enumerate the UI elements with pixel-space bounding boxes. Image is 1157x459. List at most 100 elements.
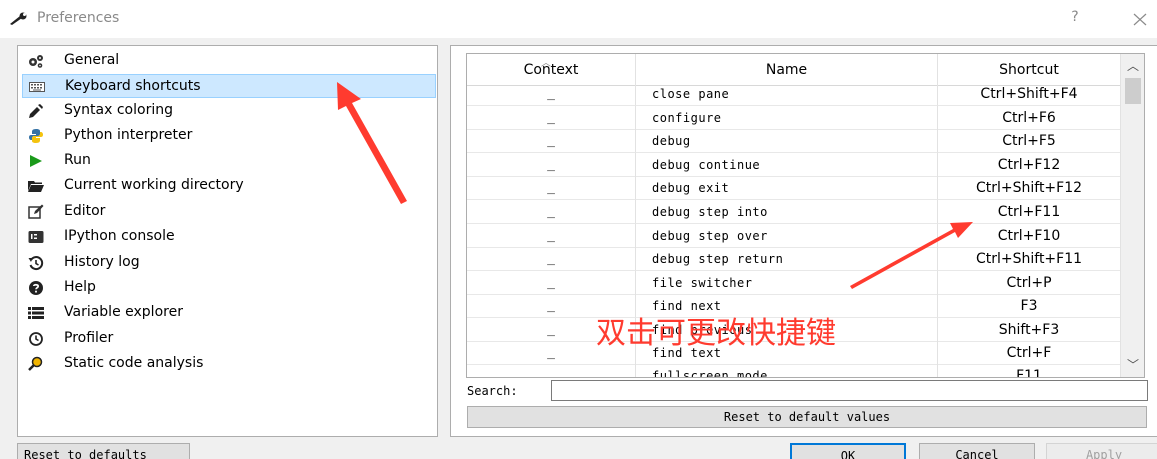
table-row[interactable]: _ debug continue Ctrl+F12 [467,153,1121,177]
window-title: Preferences [37,10,120,26]
context-cell: _ [467,129,636,153]
table-row[interactable]: _ close pane Ctrl+Shift+F4 [467,82,1121,106]
sidebar-item-label: Profiler [64,330,114,346]
sidebar-item-label: Current working directory [64,177,244,193]
context-cell: _ [467,200,636,224]
table-row[interactable]: _ debug Ctrl+F5 [467,129,1121,153]
sidebar-item-label: Editor [64,203,106,219]
context-cell: _ [467,106,636,130]
context-cell: _ [467,224,636,248]
sidebar-item-keyboard-shortcuts[interactable]: Keyboard shortcuts [22,74,436,98]
search-input[interactable] [551,380,1148,401]
cancel-button[interactable]: Cancel [919,443,1035,459]
history-icon [28,256,44,271]
search-bug-icon [28,356,43,371]
annotation-text: 双击可更改快捷键 [596,316,836,351]
shortcut-cell[interactable]: Shift+F3 [938,318,1121,342]
shortcut-cell[interactable]: Ctrl+F6 [938,106,1121,130]
context-cell: _ [467,153,636,177]
question-circle-icon [29,281,43,295]
sidebar-item-label: Run [64,152,91,168]
sidebar-item-label: Help [64,279,96,295]
folder-open-icon [28,181,44,192]
reset-to-defaults-button[interactable]: Reset to defaults [17,443,190,459]
wrench-icon [10,12,27,25]
sidebar-item-help[interactable]: Help [22,276,436,300]
sidebar-item-label: Variable explorer [64,304,183,320]
clock-icon [29,332,43,346]
sidebar-item-profiler[interactable]: Profiler [22,327,436,351]
vertical-scrollbar[interactable]: ︿ ﹀ [1120,54,1144,377]
table-row[interactable]: _ file switcher Ctrl+P [467,271,1121,295]
shortcut-cell[interactable]: Ctrl+F [938,341,1121,365]
search-label: Search: [467,384,518,398]
terminal-icon [28,231,44,243]
shortcut-cell[interactable]: F11 [938,364,1121,377]
sidebar-item-syntax-coloring[interactable]: Syntax coloring [22,99,436,123]
sidebar-item-variable-explorer[interactable]: Variable explorer [22,301,436,325]
scroll-thumb[interactable] [1125,78,1141,104]
name-cell: close pane [636,82,938,106]
context-cell: _ [467,176,636,200]
name-cell: configure [636,106,938,130]
table-row[interactable]: _ configure Ctrl+F6 [467,106,1121,130]
scroll-up-icon[interactable]: ︿ [1121,54,1144,78]
reset-to-default-values-button[interactable]: Reset to default values [467,406,1147,428]
context-cell: _ [467,271,636,295]
sidebar-item-python-interpreter[interactable]: Python interpreter [22,124,436,148]
ok-button[interactable]: OK [790,443,906,459]
close-icon[interactable] [1128,8,1152,30]
preferences-sidebar: General Keyboard shortcuts Syntax colori… [17,45,438,437]
edit-icon [28,204,44,219]
table-row[interactable]: _ fullscreen mode F11 [467,364,1121,377]
sidebar-item-current-working-directory[interactable]: Current working directory [22,174,436,198]
sidebar-item-static-code-analysis[interactable]: Static code analysis [22,352,436,376]
name-cell: debug exit [636,176,938,200]
name-cell: debug step return [636,247,938,271]
list-icon [28,307,44,319]
shortcut-cell[interactable]: Ctrl+P [938,271,1121,295]
title-bar: Preferences ? [0,0,1157,38]
gears-icon [29,55,43,68]
sidebar-item-label: Static code analysis [64,355,204,371]
name-cell: file switcher [636,271,938,295]
shortcut-cell[interactable]: Ctrl+F5 [938,129,1121,153]
table-row[interactable]: _ debug exit Ctrl+Shift+F12 [467,176,1121,200]
name-cell: fullscreen mode [636,364,938,377]
shortcut-cell[interactable]: Ctrl+Shift+F4 [938,82,1121,106]
name-cell: debug step into [636,200,938,224]
play-icon [30,155,42,167]
sidebar-item-label: IPython console [64,228,175,244]
shortcut-cell[interactable]: Ctrl+F12 [938,153,1121,177]
sidebar-item-run[interactable]: Run [22,149,436,173]
sidebar-item-history-log[interactable]: History log [22,251,436,275]
sidebar-item-label: Keyboard shortcuts [65,78,201,94]
table-row[interactable]: _ debug step into Ctrl+F11 [467,200,1121,224]
shortcut-cell[interactable]: Ctrl+Shift+F11 [938,247,1121,271]
scroll-down-icon[interactable]: ﹀ [1121,353,1144,377]
sidebar-item-label: Syntax coloring [64,102,173,118]
sidebar-item-ipython-console[interactable]: IPython console [22,225,436,249]
shortcut-cell[interactable]: Ctrl+F10 [938,224,1121,248]
shortcut-cell[interactable]: Ctrl+F11 [938,200,1121,224]
eyedropper-icon [29,104,43,118]
name-cell: debug continue [636,153,938,177]
name-cell: debug [636,129,938,153]
context-cell: _ [467,364,636,377]
sidebar-item-label: Python interpreter [64,127,193,143]
apply-button[interactable]: Apply [1046,443,1157,459]
help-button[interactable]: ? [1063,9,1087,31]
context-cell: _ [467,82,636,106]
table-row[interactable]: _ debug step return Ctrl+Shift+F11 [467,247,1121,271]
keyboard-icon [29,82,45,92]
shortcut-cell[interactable]: F3 [938,294,1121,318]
table-row[interactable]: _ debug step over Ctrl+F10 [467,224,1121,248]
name-cell: debug step over [636,224,938,248]
sidebar-item-editor[interactable]: Editor [22,200,436,224]
preferences-window: Preferences ? General Keyboard shortcuts… [0,0,1157,459]
sort-indicator-icon: ︿ [541,58,551,69]
python-icon [29,129,43,143]
sidebar-item-general[interactable]: General [22,49,436,73]
shortcut-cell[interactable]: Ctrl+Shift+F12 [938,176,1121,200]
context-cell: _ [467,247,636,271]
